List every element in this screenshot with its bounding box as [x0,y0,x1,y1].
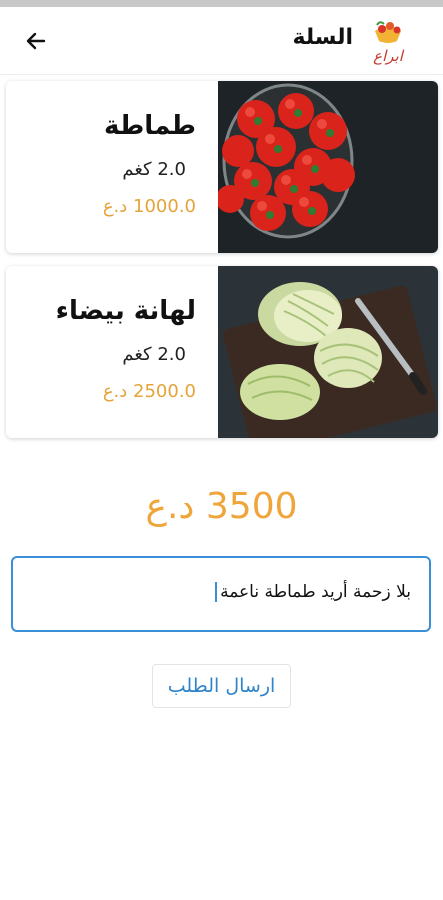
order-note-value: بلا زحمة أريد طماطة ناعمة [220,582,411,602]
item-quantity: 2.0 كغم [122,344,186,365]
page-title: السلة [292,25,353,50]
app-logo: ابراع [373,21,405,65]
back-button[interactable] [18,23,54,59]
cart-item[interactable]: طماطة 2.0 كغم 1000.0 د.ع [6,81,438,253]
item-name: لهانة بيضاء [55,296,196,326]
item-info: طماطة 2.0 كغم 1000.0 د.ع [6,81,218,253]
logo-text: ابراع [373,47,405,65]
submit-order-button[interactable]: ارسال الطلب [152,664,291,708]
item-quantity: 2.0 كغم [122,159,186,180]
tomatoes-photo [218,81,438,253]
item-info: لهانة بيضاء 2.0 كغم 2500.0 د.ع [6,266,218,438]
order-note-text: بلا زحمة أريد طماطة ناعمة [215,582,411,602]
status-bar [0,0,443,7]
text-cursor [215,582,218,602]
cabbage-photo [218,266,438,438]
item-price: 2500.0 د.ع [102,381,196,402]
cart-item[interactable]: لهانة بيضاء 2.0 كغم 2500.0 د.ع [6,266,438,438]
app-header: السلة ابراع [0,7,443,75]
item-name: طماطة [104,111,196,141]
arrow-left-icon [26,32,46,50]
cart-total: 3500 د.ع [145,486,298,527]
item-price: 1000.0 د.ع [102,196,196,217]
order-note-field[interactable]: بلا زحمة أريد طماطة ناعمة [11,556,431,632]
